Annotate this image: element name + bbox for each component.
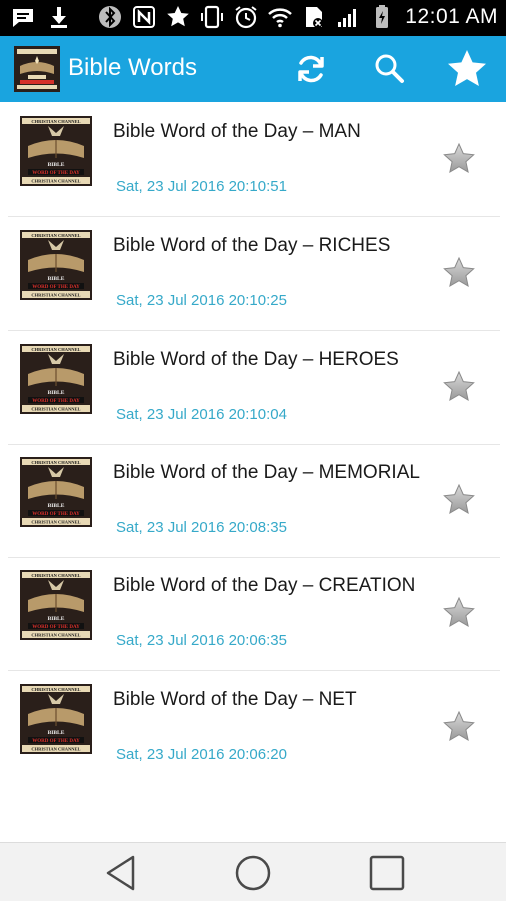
alarm-icon	[235, 6, 257, 29]
thumb-top-text: CHRISTIAN CHANNEL	[31, 119, 80, 124]
thumb-sub-text: WORD OF THE DAY	[32, 512, 80, 517]
recents-button[interactable]	[365, 851, 409, 895]
bible-word-thumbnail: CHRISTIAN CHANNEL BIBLE WORD OF THE DAY CHR…	[20, 684, 92, 754]
favorite-star-icon[interactable]	[442, 483, 476, 517]
status-bar: 12:01 AM	[0, 0, 506, 36]
thumb-sub-text: WORD OF THE DAY	[32, 399, 80, 404]
item-date: Sat, 23 Jul 2016 20:06:20	[116, 746, 287, 763]
favorites-button[interactable]	[444, 46, 490, 92]
item-date: Sat, 23 Jul 2016 20:10:25	[116, 292, 287, 309]
bible-word-thumbnail: CHRISTIAN CHANNEL BIBLE WORD OF THE DAY CHR…	[20, 230, 92, 300]
thumb-bottom-text: CHRISTIAN CHANNEL	[31, 633, 80, 638]
thumb-bottom-text: CHRISTIAN CHANNEL	[31, 747, 80, 752]
item-title: Bible Word of the Day – MEMORIAL	[113, 462, 420, 483]
thumb-top-text: CHRISTIAN CHANNEL	[31, 233, 80, 238]
thumb-bible-text: BIBLE	[48, 162, 65, 168]
wifi-icon	[268, 8, 293, 28]
back-button[interactable]	[98, 851, 142, 895]
thumb-bible-text: BIBLE	[48, 730, 65, 736]
thumb-sub-text: WORD OF THE DAY	[32, 739, 80, 744]
bluetooth-icon	[99, 6, 122, 28]
list-item[interactable]: CHRISTIAN CHANNEL BIBLE WORD OF THE DAY CHR…	[8, 332, 500, 445]
recents-icon	[369, 855, 405, 891]
thumb-bottom-text: CHRISTIAN CHANNEL	[31, 293, 80, 298]
action-bar: Bible Words	[0, 36, 506, 102]
bible-word-thumbnail: CHRISTIAN CHANNEL BIBLE WORD OF THE DAY CHR…	[20, 344, 92, 414]
thumb-sub-text: WORD OF THE DAY	[32, 625, 80, 630]
notification-icons	[10, 4, 72, 30]
thumb-bottom-text: CHRISTIAN CHANNEL	[31, 179, 80, 184]
item-date: Sat, 23 Jul 2016 20:08:35	[116, 519, 287, 536]
bible-word-thumbnail: CHRISTIAN CHANNEL BIBLE WORD OF THE DAY CHR…	[20, 116, 92, 186]
item-title: Bible Word of the Day – NET	[113, 689, 357, 710]
favorites-star-icon	[448, 50, 486, 86]
word-list[interactable]: CHRISTIAN CHANNEL BIBLE WORD OF THE DAY CHR…	[0, 102, 506, 770]
item-date: Sat, 23 Jul 2016 20:06:35	[116, 632, 287, 649]
thumb-top-text: CHRISTIAN CHANNEL	[31, 573, 80, 578]
thumb-bible-text: BIBLE	[48, 276, 65, 282]
nfc-icon	[133, 6, 156, 28]
back-icon	[106, 855, 135, 891]
list-item[interactable]: CHRISTIAN CHANNEL BIBLE WORD OF THE DAY CHR…	[8, 558, 500, 671]
thumb-top-text: CHRISTIAN CHANNEL	[31, 460, 80, 465]
navigation-bar	[0, 842, 506, 901]
item-date: Sat, 23 Jul 2016 20:10:04	[116, 406, 287, 423]
bible-word-thumbnail: CHRISTIAN CHANNEL BIBLE WORD OF THE DAY CHR…	[20, 457, 92, 527]
list-item[interactable]: CHRISTIAN CHANNEL BIBLE WORD OF THE DAY CHR…	[8, 445, 500, 558]
item-title: Bible Word of the Day – HEROES	[113, 349, 399, 370]
favorite-star-icon[interactable]	[442, 710, 476, 744]
thumb-sub-text: WORD OF THE DAY	[32, 285, 80, 290]
thumb-top-text: CHRISTIAN CHANNEL	[31, 687, 80, 692]
app-title: Bible Words	[68, 54, 197, 81]
refresh-icon	[298, 55, 324, 83]
search-button[interactable]	[366, 46, 412, 92]
thumb-bible-text: BIBLE	[48, 390, 65, 396]
bible-word-thumbnail: CHRISTIAN CHANNEL BIBLE WORD OF THE DAY CHR…	[20, 570, 92, 640]
thumb-bible-text: BIBLE	[48, 503, 65, 509]
home-button[interactable]	[231, 851, 275, 895]
thumb-bottom-text: CHRISTIAN CHANNEL	[31, 520, 80, 525]
thumb-bottom-text: CHRISTIAN CHANNEL	[31, 407, 80, 412]
refresh-button[interactable]	[288, 46, 334, 92]
signal-icon	[338, 9, 357, 27]
favorite-star-icon[interactable]	[442, 256, 476, 290]
download-icon	[51, 7, 67, 28]
list-item[interactable]: CHRISTIAN CHANNEL BIBLE WORD OF THE DAY CHR…	[8, 104, 500, 217]
sim-icon	[306, 7, 324, 28]
favorite-star-icon[interactable]	[442, 596, 476, 630]
star-icon	[167, 6, 190, 27]
thumb-top-text: CHRISTIAN CHANNEL	[31, 347, 80, 352]
clock: 12:01 AM	[405, 5, 498, 28]
list-item[interactable]: CHRISTIAN CHANNEL BIBLE WORD OF THE DAY CHR…	[8, 218, 500, 331]
favorite-star-icon[interactable]	[442, 142, 476, 176]
favorite-star-icon[interactable]	[442, 370, 476, 404]
list-item[interactable]: CHRISTIAN CHANNEL BIBLE WORD OF THE DAY CHR…	[8, 672, 500, 770]
thumb-sub-text: WORD OF THE DAY	[32, 171, 80, 176]
search-icon	[375, 54, 404, 83]
vibrate-icon	[201, 5, 224, 29]
message-icon	[13, 9, 33, 27]
item-date: Sat, 23 Jul 2016 20:10:51	[116, 178, 287, 195]
item-title: Bible Word of the Day – MAN	[113, 121, 361, 142]
battery-charging-icon	[376, 5, 389, 28]
item-title: Bible Word of the Day – RICHES	[113, 235, 391, 256]
item-title: Bible Word of the Day – CREATION	[113, 575, 416, 596]
app-logo-icon[interactable]	[14, 46, 60, 92]
thumb-bible-text: BIBLE	[48, 616, 65, 622]
system-icons: 12:01 AM	[97, 4, 498, 30]
home-icon	[235, 855, 271, 891]
